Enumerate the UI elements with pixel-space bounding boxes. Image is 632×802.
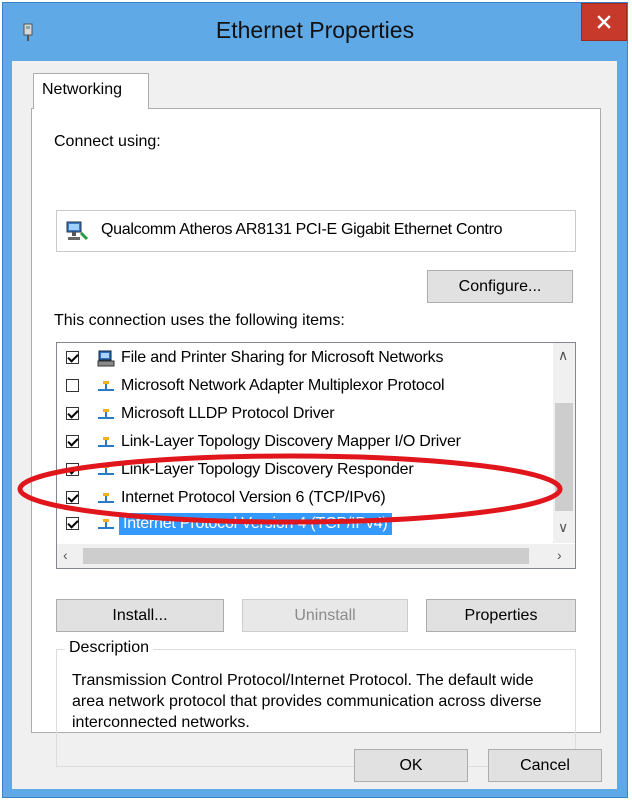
item-label: Microsoft Network Adapter Multiplexor Pr…: [121, 377, 445, 394]
network-protocol-icon: [98, 465, 114, 475]
item-label: Internet Protocol Version 6 (TCP/IPv6): [121, 489, 386, 506]
title-bar[interactable]: Ethernet Properties: [3, 3, 627, 61]
items-label: This connection uses the following items…: [54, 312, 345, 329]
ok-button[interactable]: OK: [354, 749, 468, 782]
close-icon: [597, 15, 611, 29]
vertical-scrollbar[interactable]: ∧ ∨: [553, 343, 575, 543]
network-adapter-icon: [66, 221, 89, 241]
scroll-left-icon[interactable]: ‹: [63, 547, 68, 563]
network-protocol-icon: [98, 437, 114, 447]
configure-button[interactable]: Configure...: [427, 270, 573, 303]
list-item[interactable]: Microsoft LLDP Protocol Driver: [57, 401, 557, 429]
printer-share-icon: [97, 350, 115, 367]
list-item[interactable]: Internet Protocol Version 6 (TCP/IPv6): [57, 485, 557, 513]
scroll-right-icon[interactable]: ›: [557, 547, 562, 563]
horizontal-scrollbar[interactable]: ‹ ›: [57, 544, 575, 568]
list-item-selected[interactable]: Internet Protocol Version 4 (TCP/IPv4): [57, 511, 557, 539]
item-label: Microsoft LLDP Protocol Driver: [121, 405, 335, 422]
vertical-scroll-thumb[interactable]: [555, 403, 573, 511]
close-button[interactable]: [581, 3, 627, 41]
item-checkbox[interactable]: [66, 491, 79, 504]
item-label: Link-Layer Topology Discovery Mapper I/O…: [121, 433, 461, 450]
properties-button[interactable]: Properties: [426, 599, 576, 632]
item-checkbox[interactable]: [66, 351, 79, 364]
adapter-name: Qualcomm Atheros AR8131 PCI-E Gigabit Et…: [101, 221, 503, 238]
connect-using-label: Connect using:: [54, 133, 161, 150]
components-list[interactable]: File and Printer Sharing for Microsoft N…: [56, 342, 576, 569]
list-item[interactable]: Link-Layer Topology Discovery Responder: [57, 457, 557, 485]
network-protocol-icon: [98, 409, 114, 419]
item-checkbox[interactable]: [66, 379, 79, 392]
item-label: Internet Protocol Version 4 (TCP/IPv4): [119, 513, 392, 535]
item-checkbox[interactable]: [66, 407, 79, 420]
list-item[interactable]: Microsoft Network Adapter Multiplexor Pr…: [57, 373, 557, 401]
tab-networking[interactable]: Networking: [33, 73, 149, 109]
install-button[interactable]: Install...: [56, 599, 224, 632]
description-title: Description: [65, 639, 154, 657]
adapter-field: Qualcomm Atheros AR8131 PCI-E Gigabit Et…: [56, 210, 576, 252]
description-text: Transmission Control Protocol/Internet P…: [72, 672, 542, 731]
item-checkbox[interactable]: [66, 517, 79, 530]
window-title: Ethernet Properties: [215, 17, 415, 43]
networking-tab-page: Connect using: Qualcomm Atheros AR8131 P…: [31, 108, 601, 767]
list-item[interactable]: File and Printer Sharing for Microsoft N…: [57, 345, 557, 373]
item-label: File and Printer Sharing for Microsoft N…: [121, 349, 444, 366]
list-item[interactable]: Link-Layer Topology Discovery Mapper I/O…: [57, 429, 557, 457]
cancel-button[interactable]: Cancel: [488, 749, 602, 782]
horizontal-scroll-thumb[interactable]: [83, 548, 529, 564]
item-checkbox[interactable]: [66, 463, 79, 476]
dialog-client-area: Networking Connect using: Qualcomm Ather…: [12, 61, 617, 789]
network-protocol-icon: [98, 381, 114, 391]
network-protocol-icon: [98, 493, 114, 503]
network-protocol-icon: [98, 519, 114, 529]
item-label: Link-Layer Topology Discovery Responder: [121, 461, 414, 478]
scroll-down-icon[interactable]: ∨: [558, 519, 568, 536]
item-checkbox[interactable]: [66, 435, 79, 448]
scroll-up-icon[interactable]: ∧: [558, 347, 568, 364]
uninstall-button[interactable]: Uninstall: [242, 599, 408, 632]
properties-window: Ethernet Properties Networking Connect u…: [2, 2, 628, 798]
